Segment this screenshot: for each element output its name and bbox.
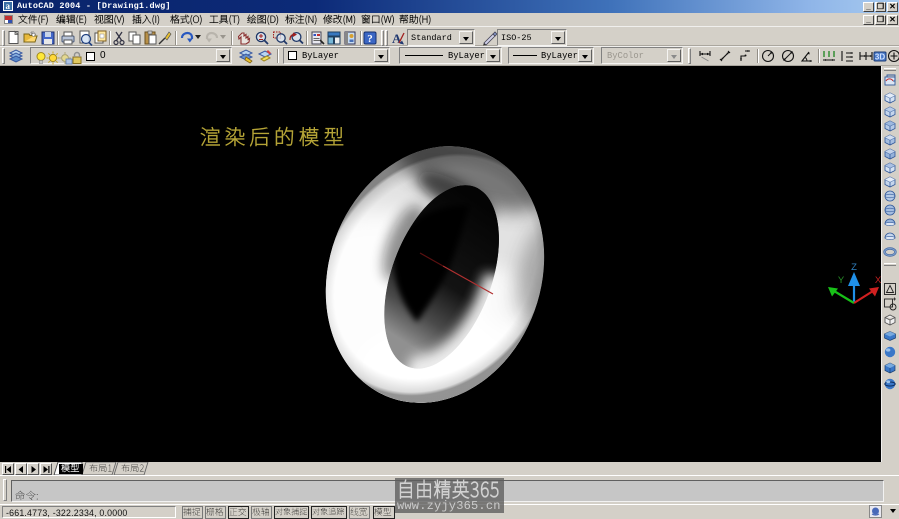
svg-text:A: A <box>392 31 402 46</box>
svg-text:?: ? <box>367 33 373 45</box>
svg-text:3D: 3D <box>875 52 885 61</box>
svg-text:Z: Z <box>851 262 857 273</box>
svg-text:Y: Y <box>838 275 845 286</box>
